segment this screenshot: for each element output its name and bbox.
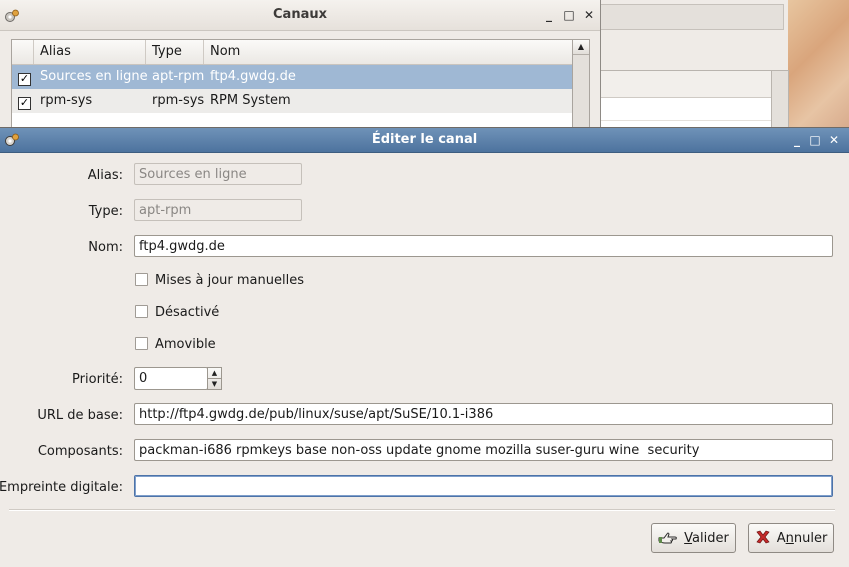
row-nom: RPM System: [210, 93, 291, 108]
checkbox-box[interactable]: [135, 305, 148, 318]
base-url-label: URL de base:: [37, 408, 123, 423]
row-nom: ftp4.gwdg.de: [210, 69, 296, 84]
validate-button[interactable]: Valider: [651, 523, 736, 553]
manual-updates-checkbox[interactable]: Mises à jour manuelles: [135, 273, 304, 289]
priority-input[interactable]: [134, 367, 208, 390]
cancel-label: Annuler: [776, 530, 828, 546]
disabled-label: Désactivé: [155, 305, 220, 320]
channel-list[interactable]: Alias Type Nom ✓ Sources en ligne apt-rp…: [11, 39, 573, 136]
checkbox-box[interactable]: [135, 273, 148, 286]
canaux-titlebar[interactable]: Canaux _ □ ✕: [0, 0, 600, 31]
components-field[interactable]: [134, 439, 833, 461]
removable-checkbox[interactable]: Amovible: [135, 337, 216, 353]
table-row[interactable]: ✓ rpm-sys rpm-sys RPM System: [12, 89, 572, 113]
manual-updates-label: Mises à jour manuelles: [155, 273, 304, 288]
maximize-button[interactable]: □: [808, 133, 822, 147]
spin-down-arrow-icon[interactable]: ▼: [208, 379, 221, 389]
close-button[interactable]: ✕: [827, 133, 841, 147]
channel-list-scrollbar[interactable]: ▲: [572, 39, 590, 136]
validate-hand-icon: [658, 529, 678, 548]
canaux-title: Canaux: [273, 7, 327, 22]
background-scrollbar[interactable]: [771, 70, 789, 132]
type-field[interactable]: [134, 199, 302, 221]
channel-list-header: Alias Type Nom: [12, 40, 572, 65]
dialog-title: Éditer le canal: [371, 132, 478, 147]
cancel-button[interactable]: Annuler: [748, 523, 834, 553]
components-label: Composants:: [37, 444, 123, 459]
background-window: [600, 0, 789, 135]
removable-label: Amovible: [155, 337, 216, 352]
row-alias: rpm-sys: [40, 93, 93, 108]
nom-label: Nom:: [88, 240, 123, 255]
divider: [9, 509, 835, 511]
alias-field[interactable]: [134, 163, 302, 185]
maximize-button[interactable]: □: [562, 8, 576, 22]
minimize-button[interactable]: _: [790, 133, 804, 147]
base-url-field[interactable]: [134, 403, 833, 425]
spin-up-arrow-icon[interactable]: ▲: [208, 368, 221, 379]
column-header-alias[interactable]: Alias: [34, 40, 146, 64]
column-header-enabled[interactable]: [12, 40, 34, 64]
background-tab-strip: [601, 4, 784, 30]
checkbox-box[interactable]: [135, 337, 148, 350]
alias-label: Alias:: [87, 168, 123, 183]
table-row[interactable]: ✓ Sources en ligne apt-rpm ftp4.gwdg.de: [12, 65, 572, 89]
fingerprint-field[interactable]: [134, 475, 833, 497]
background-list: [601, 70, 772, 132]
dialog-titlebar[interactable]: Éditer le canal _ □ ✕: [0, 128, 849, 153]
cancel-x-icon: [755, 529, 771, 548]
canaux-window: Canaux _ □ ✕ Alias Type Nom ✓ Sources en…: [0, 0, 601, 136]
minimize-button[interactable]: _: [542, 8, 556, 22]
validate-label: Valider: [684, 530, 729, 546]
desktop-background: [787, 0, 849, 135]
column-header-type[interactable]: Type: [146, 40, 204, 64]
row-type: rpm-sys: [152, 93, 205, 108]
row-enabled-checkbox[interactable]: ✓: [18, 73, 31, 86]
type-label: Type:: [88, 204, 123, 219]
priority-spinbox[interactable]: ▲ ▼: [134, 367, 222, 390]
row-enabled-checkbox[interactable]: ✓: [18, 97, 31, 110]
scroll-up-arrow-icon[interactable]: ▲: [573, 40, 589, 55]
close-button[interactable]: ✕: [582, 8, 596, 22]
column-header-nom[interactable]: Nom: [204, 40, 572, 64]
priority-label: Priorité:: [72, 372, 123, 387]
disabled-checkbox[interactable]: Désactivé: [135, 305, 219, 321]
fingerprint-label: Empreinte digitale:: [0, 480, 123, 495]
edit-channel-dialog: Éditer le canal _ □ ✕ Alias: Type: Nom: …: [0, 127, 849, 567]
row-alias: Sources en ligne: [40, 69, 148, 84]
nom-field[interactable]: [134, 235, 833, 257]
row-type: apt-rpm: [152, 69, 205, 84]
